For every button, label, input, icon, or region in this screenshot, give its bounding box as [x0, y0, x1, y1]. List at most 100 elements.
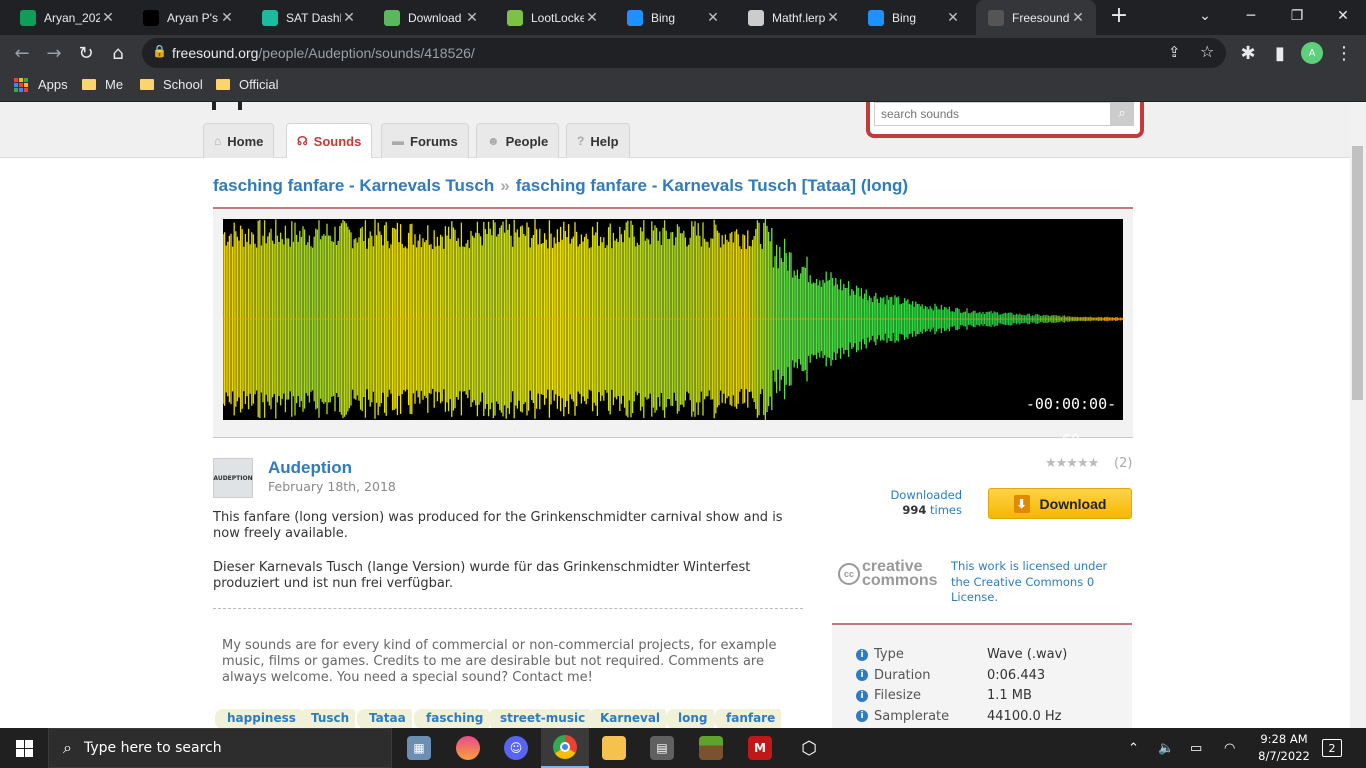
side-panel-icon[interactable]: ▮	[1266, 39, 1294, 67]
close-tab-icon[interactable]: ✕	[100, 9, 116, 26]
address-bar[interactable]: 🔒 freesound.org/people/Audeption/sounds/…	[142, 38, 1226, 68]
tab-lootlocker[interactable]: LootLocker✕	[495, 0, 610, 35]
taskbar-minecraft[interactable]	[687, 728, 735, 768]
info-icon[interactable]: i	[856, 710, 868, 722]
license-link[interactable]: This work is licensed under the Creative…	[951, 559, 1111, 606]
author-link[interactable]: Audeption	[268, 458, 352, 478]
taskbar-file-explorer[interactable]	[590, 728, 638, 768]
tab-mathf-lerp[interactable]: Mathf.lerp ✕	[736, 0, 851, 35]
taskbar-mcafee[interactable]: M	[736, 728, 784, 768]
lock-icon[interactable]: 🔒	[152, 44, 167, 58]
taskbar-search[interactable]: ⌕ Type here to search	[48, 728, 392, 768]
tag-link[interactable]: long	[666, 709, 714, 728]
apps-grid-icon	[14, 77, 28, 92]
info-icon[interactable]: i	[856, 669, 868, 681]
tab-search-button[interactable]: ⌄	[1182, 0, 1228, 32]
taskbar-chrome[interactable]	[541, 728, 589, 768]
close-tab-icon[interactable]: ✕	[945, 9, 961, 26]
nav-tab-home[interactable]: ⌂ Home	[203, 123, 275, 158]
tag-link[interactable]: fasching	[414, 709, 490, 728]
info-value: 1.1 MB	[987, 688, 1032, 703]
tag-link[interactable]: fanfare	[714, 709, 782, 728]
close-tab-icon[interactable]: ✕	[1070, 9, 1086, 26]
chevron-up-icon[interactable]: ⌃	[1128, 728, 1139, 768]
nav-tab-people[interactable]: ☻ People	[476, 123, 560, 158]
nav-tab-label: People	[505, 133, 549, 149]
waveform[interactable]: -00:00:00-60	[222, 217, 1123, 449]
extensions-icon[interactable]: ✱	[1234, 39, 1262, 67]
unity-icon: ⬡	[801, 737, 817, 759]
close-tab-icon[interactable]: ✕	[705, 9, 721, 26]
site-logo[interactable]	[212, 102, 242, 110]
tag-link[interactable]: Tusch	[299, 709, 356, 728]
close-tab-icon[interactable]: ✕	[584, 9, 600, 26]
cc-logo-line2: commons	[862, 572, 938, 589]
taskbar-calculator[interactable]: ▤	[638, 728, 686, 768]
avatar-text: AUDEPTION	[213, 474, 253, 482]
search-input[interactable]	[874, 102, 1116, 126]
wifi-icon[interactable]: ◠	[1224, 728, 1235, 768]
tag-link[interactable]: Tataa	[357, 709, 412, 728]
speaker-icon[interactable]: 🔈	[1158, 728, 1174, 768]
pack-link[interactable]: fasching fanfare - Karnevals Tusch	[213, 176, 494, 195]
tag-link[interactable]: street-music	[488, 709, 592, 728]
nav-tab-sounds[interactable]: ☊ Sounds	[286, 123, 373, 158]
rating-stars[interactable]: ★★★★★	[1045, 456, 1099, 471]
info-label: Filesize	[874, 688, 921, 703]
scrollbar-thumb[interactable]	[1352, 146, 1363, 400]
info-icon[interactable]: i	[856, 689, 868, 702]
close-tab-icon[interactable]: ✕	[341, 9, 357, 26]
bookmark-official[interactable]: Official	[216, 77, 279, 92]
taskbar-discord[interactable]: ☺	[492, 728, 540, 768]
nav-tab-help[interactable]: ? Help	[566, 123, 630, 158]
tab-sat-dashb[interactable]: SAT Dashb ✕	[250, 0, 367, 35]
windows-taskbar: ⌕ Type here to search ▦ ☺ ▤ M ⬡ ⌃ 🔈 ▭ ◠ 9…	[0, 728, 1366, 768]
avatar[interactable]: AUDEPTION	[213, 458, 253, 498]
close-tab-icon[interactable]: ✕	[825, 9, 841, 26]
nav-tab-forums[interactable]: ▬ Forums	[381, 123, 469, 158]
minimize-button[interactable]: ─	[1228, 0, 1274, 32]
tab-aryan-p-s-t[interactable]: Aryan P's T✕	[131, 0, 245, 35]
tag-link[interactable]: happiness	[215, 709, 302, 728]
bookmark-apps[interactable]: Apps	[14, 77, 68, 92]
taskbar-task-view[interactable]: ▦	[395, 728, 443, 768]
taskbar-paint[interactable]	[444, 728, 492, 768]
taskbar-unity[interactable]: ⬡	[785, 728, 833, 768]
close-tab-icon[interactable]: ✕	[219, 9, 235, 26]
bookmark-label: School	[163, 77, 203, 92]
downloaded-label[interactable]: Downloaded	[885, 488, 962, 503]
tab-bing[interactable]: Bing ✕	[615, 0, 731, 35]
new-tab-button[interactable]: +	[1108, 5, 1130, 28]
creative-commons-logo[interactable]: cc creative commons	[838, 559, 938, 589]
reload-icon[interactable]: ↻	[72, 39, 100, 67]
tab-bing[interactable]: Bing ✕	[856, 0, 971, 35]
notification-icon[interactable]: 2	[1322, 728, 1342, 768]
start-button[interactable]	[0, 728, 48, 768]
tab-title: Mathf.lerp	[772, 10, 825, 25]
bookmark-school[interactable]: School	[140, 77, 203, 92]
bookmark-me[interactable]: Me	[82, 77, 123, 92]
tag-link[interactable]: Karneval	[588, 709, 667, 728]
profile-avatar[interactable]: A	[1298, 39, 1326, 67]
search-button[interactable]: ⌕	[1110, 102, 1134, 126]
close-tab-icon[interactable]: ✕	[464, 9, 480, 26]
taskbar-clock[interactable]: 9:28 AM 8/7/2022	[1252, 731, 1316, 765]
tab-download[interactable]: Download ✕	[372, 0, 490, 35]
share-icon[interactable]: ⇪	[1168, 43, 1181, 61]
forward-icon[interactable]: →	[40, 39, 68, 67]
bookmark-star-icon[interactable]: ☆	[1200, 42, 1214, 61]
tab-freesound[interactable]: Freesound ✕	[976, 0, 1096, 35]
download-button[interactable]: ⬇ Download	[988, 488, 1132, 519]
tab-aryan-202[interactable]: Aryan_202 ✕	[8, 0, 126, 35]
info-icon[interactable]: i	[856, 648, 868, 661]
home-icon[interactable]: ⌂	[104, 39, 132, 67]
close-window-button[interactable]: ✕	[1320, 0, 1366, 32]
folder-icon	[216, 79, 230, 90]
restore-button[interactable]: ❐	[1274, 0, 1320, 32]
menu-icon[interactable]: ⋮	[1330, 39, 1358, 67]
breadcrumb-separator: »	[500, 176, 510, 195]
url-text[interactable]: freesound.org/people/Audeption/sounds/41…	[172, 45, 475, 61]
tiktok-icon	[143, 9, 159, 26]
back-icon[interactable]: ←	[8, 39, 36, 67]
battery-icon[interactable]: ▭	[1190, 728, 1202, 768]
